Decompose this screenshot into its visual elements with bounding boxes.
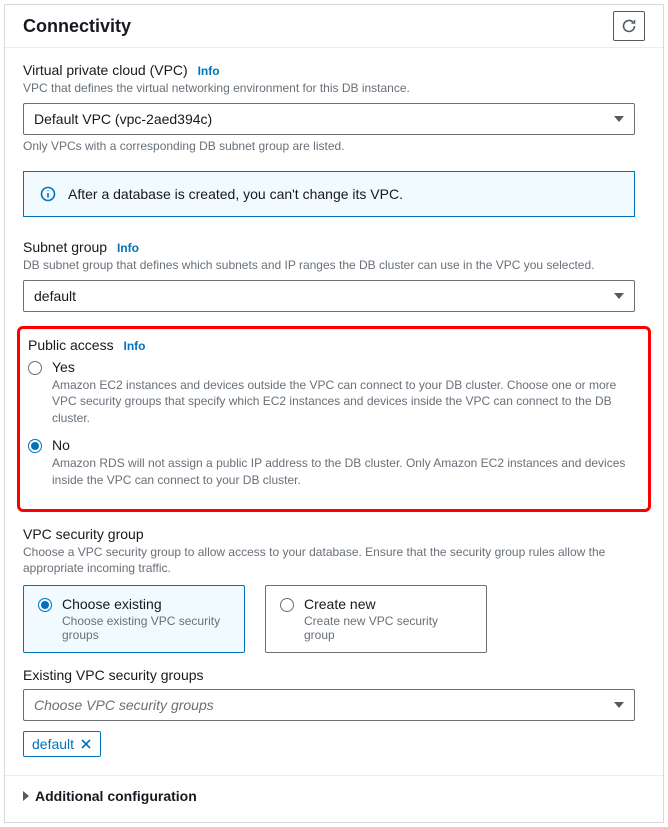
sg-token-label: default bbox=[32, 736, 74, 752]
public-access-label: Public access bbox=[28, 337, 114, 353]
radio-icon-selected bbox=[38, 598, 52, 612]
existing-sg-field: Existing VPC security groups Choose VPC … bbox=[23, 667, 645, 757]
public-access-yes-label: Yes bbox=[52, 359, 640, 375]
vpc-change-callout: After a database is created, you can't c… bbox=[23, 171, 635, 217]
caret-down-icon bbox=[614, 293, 624, 299]
public-access-radio-group: Yes Amazon EC2 instances and devices out… bbox=[28, 359, 640, 489]
caret-down-icon bbox=[614, 116, 624, 122]
subnet-desc: DB subnet group that defines which subne… bbox=[23, 257, 645, 274]
existing-sg-select[interactable]: Choose VPC security groups bbox=[23, 689, 635, 721]
additional-config-toggle[interactable]: Additional configuration bbox=[23, 776, 645, 804]
sg-new-desc: Create new VPC security group bbox=[304, 614, 472, 642]
panel-header: Connectivity bbox=[5, 5, 663, 48]
sg-label: VPC security group bbox=[23, 526, 645, 542]
chevron-right-icon bbox=[23, 791, 29, 801]
public-access-highlight: Public access Info Yes Amazon EC2 instan… bbox=[17, 326, 651, 512]
vpc-field: Virtual private cloud (VPC) Info VPC tha… bbox=[23, 62, 645, 153]
close-icon[interactable] bbox=[80, 738, 92, 750]
public-access-yes-row[interactable]: Yes Amazon EC2 instances and devices out… bbox=[28, 359, 640, 427]
existing-sg-placeholder: Choose VPC security groups bbox=[34, 697, 214, 713]
additional-config-label: Additional configuration bbox=[35, 788, 197, 804]
connectivity-panel: Connectivity Virtual private cloud (VPC)… bbox=[4, 4, 664, 823]
public-access-no-label: No bbox=[52, 437, 640, 453]
info-icon bbox=[40, 186, 56, 202]
subnet-label: Subnet group bbox=[23, 239, 107, 255]
sg-token-default: default bbox=[23, 731, 101, 757]
public-access-info-link[interactable]: Info bbox=[123, 339, 145, 353]
refresh-button[interactable] bbox=[613, 11, 645, 41]
public-access-yes-desc: Amazon EC2 instances and devices outside… bbox=[52, 377, 640, 427]
radio-icon-selected bbox=[28, 439, 42, 453]
vpc-info-link[interactable]: Info bbox=[198, 64, 220, 78]
sg-create-new-card[interactable]: Create new Create new VPC security group bbox=[265, 585, 487, 653]
vpc-select-value: Default VPC (vpc-2aed394c) bbox=[34, 111, 212, 127]
radio-icon bbox=[28, 361, 42, 375]
sg-existing-title: Choose existing bbox=[62, 596, 230, 612]
caret-down-icon bbox=[614, 702, 624, 708]
subnet-select-value: default bbox=[34, 288, 76, 304]
subnet-select[interactable]: default bbox=[23, 280, 635, 312]
sg-new-title: Create new bbox=[304, 596, 472, 612]
vpc-hint: Only VPCs with a corresponding DB subnet… bbox=[23, 139, 645, 153]
panel-body: Virtual private cloud (VPC) Info VPC tha… bbox=[5, 48, 663, 822]
existing-sg-label: Existing VPC security groups bbox=[23, 667, 645, 683]
sg-existing-desc: Choose existing VPC security groups bbox=[62, 614, 230, 642]
public-access-no-row[interactable]: No Amazon RDS will not assign a public I… bbox=[28, 437, 640, 489]
vpc-label: Virtual private cloud (VPC) bbox=[23, 62, 188, 78]
vpc-select[interactable]: Default VPC (vpc-2aed394c) bbox=[23, 103, 635, 135]
vpc-desc: VPC that defines the virtual networking … bbox=[23, 80, 645, 97]
subnet-field: Subnet group Info DB subnet group that d… bbox=[23, 239, 645, 312]
refresh-icon bbox=[621, 18, 637, 34]
sg-options: Choose existing Choose existing VPC secu… bbox=[23, 585, 645, 653]
public-access-no-desc: Amazon RDS will not assign a public IP a… bbox=[52, 455, 640, 489]
sg-desc: Choose a VPC security group to allow acc… bbox=[23, 544, 645, 578]
callout-text: After a database is created, you can't c… bbox=[68, 186, 403, 202]
sg-choose-existing-card[interactable]: Choose existing Choose existing VPC secu… bbox=[23, 585, 245, 653]
sg-field: VPC security group Choose a VPC security… bbox=[23, 526, 645, 654]
radio-icon bbox=[280, 598, 294, 612]
subnet-info-link[interactable]: Info bbox=[117, 241, 139, 255]
panel-title: Connectivity bbox=[23, 16, 131, 37]
